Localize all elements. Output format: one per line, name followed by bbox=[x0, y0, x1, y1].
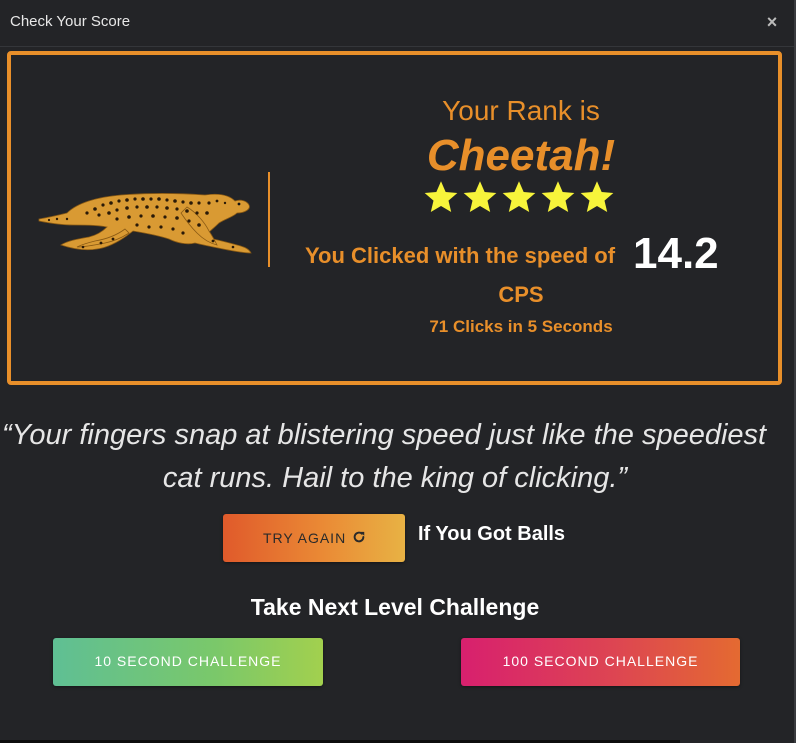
star-icon bbox=[580, 181, 614, 212]
try-again-label: TRY AGAIN bbox=[263, 530, 347, 546]
score-modal: Check Your Score × Your Rank is Cheetah!… bbox=[0, 0, 796, 743]
star-icon bbox=[424, 181, 458, 212]
modal-title: Check Your Score bbox=[10, 13, 131, 30]
next-level-heading: Take Next Level Challenge bbox=[250, 594, 540, 620]
10-second-challenge-button[interactable]: 10 SECOND CHALLENGE bbox=[53, 638, 323, 686]
dare-text: If You Got Balls bbox=[418, 523, 566, 545]
modal-header: Check Your Score × bbox=[0, 0, 794, 47]
cheetah-icon bbox=[38, 193, 252, 254]
try-again-button[interactable]: TRY AGAIN bbox=[223, 514, 405, 562]
result-divider bbox=[268, 172, 270, 267]
result-box: Your Rank is Cheetah! You Clicked with t… bbox=[7, 51, 782, 385]
quote-line-2: cat runs. Hail to the king of clicking.” bbox=[162, 462, 628, 494]
quote-line-1: “Your fingers snap at blistering speed j… bbox=[2, 419, 767, 451]
star-icon bbox=[502, 181, 536, 212]
rating-stars bbox=[423, 179, 623, 215]
speed-prefix: You Clicked with the speed of bbox=[305, 243, 616, 268]
100-second-challenge-button[interactable]: 100 SECOND CHALLENGE bbox=[461, 638, 740, 686]
rank-name: Cheetah! bbox=[426, 131, 616, 180]
star-icon bbox=[463, 181, 497, 212]
speed-value: 14.2 bbox=[633, 229, 719, 278]
star-icon bbox=[541, 181, 575, 212]
refresh-icon bbox=[353, 531, 365, 543]
rank-quote: “Your fingers snap at blistering speed j… bbox=[0, 414, 796, 500]
clicks-summary: 71 Clicks in 5 Seconds bbox=[429, 317, 613, 336]
speed-line: You Clicked with the speed of 14.2 bbox=[305, 229, 745, 287]
speed-unit: CPS bbox=[498, 282, 544, 307]
rank-label: Your Rank is bbox=[442, 95, 600, 126]
close-icon[interactable]: × bbox=[763, 13, 781, 31]
